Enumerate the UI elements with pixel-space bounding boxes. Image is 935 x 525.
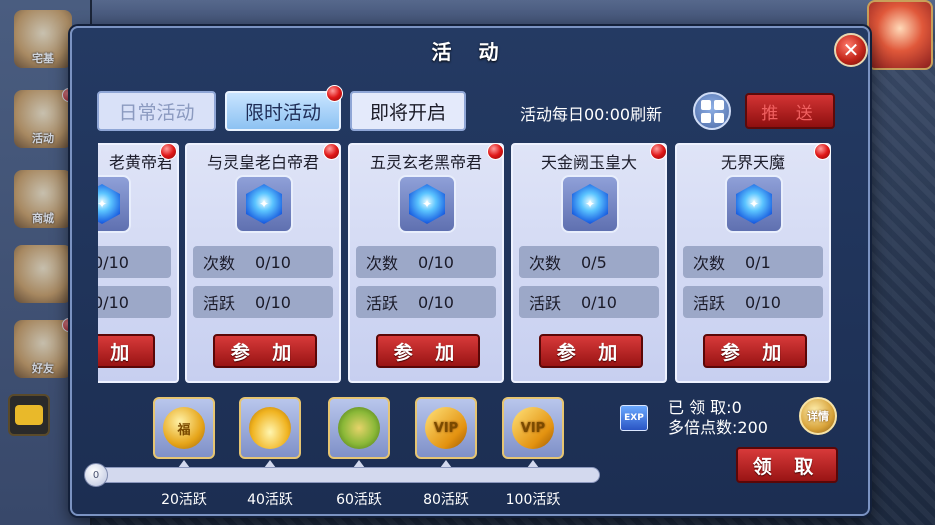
activity-card-list[interactable]: 老黄帝君 ✦ 次数0/10 活跃0/10 参 加 与灵皇老白帝君 ✦ 次数0/1…	[98, 143, 836, 385]
notification-dot	[323, 143, 340, 160]
rail-item-friends[interactable]: 好友	[14, 318, 76, 378]
milestone-label: 100活跃	[505, 492, 561, 508]
activity-card: 五灵玄老黑帝君 ✦ 次数 0/10 活跃 0/10 参 加	[348, 143, 504, 383]
chat-button[interactable]	[8, 394, 50, 436]
vip-card-icon: VIP	[512, 407, 554, 449]
gem-reward-icon[interactable]: ✦	[235, 175, 293, 233]
count-row: 次数0/10	[193, 246, 333, 278]
count-row: 次数0/10	[98, 246, 171, 278]
notification-dot	[814, 143, 831, 160]
notification-dot	[487, 143, 504, 160]
activity-row: 活跃0/10	[519, 286, 659, 318]
reward-chest-80[interactable]: VIP	[415, 397, 477, 459]
rail-item-activity[interactable]: 活动	[14, 88, 76, 148]
tab-coming-soon[interactable]: 即将开启	[350, 91, 466, 131]
tab-limited[interactable]: 限时活动	[225, 91, 341, 131]
exp-icon: EXP	[620, 405, 648, 431]
reward-chest-20[interactable]: 福	[153, 397, 215, 459]
notification-dot	[160, 143, 177, 160]
grid-menu-icon[interactable]	[693, 92, 731, 130]
reward-chest-40[interactable]	[239, 397, 301, 459]
count-row: 次数 0/5	[519, 246, 659, 278]
card-title: 天金阙玉皇大	[540, 153, 637, 171]
close-icon[interactable]: ✕	[834, 33, 868, 67]
gold-ingot-icon	[249, 407, 291, 449]
reward-chest-100[interactable]: VIP	[502, 397, 564, 459]
reward-chest-60[interactable]	[328, 397, 390, 459]
join-button[interactable]: 参 加	[213, 334, 317, 368]
activity-progress-bar	[92, 467, 600, 483]
gem-reward-icon[interactable]: ✦	[725, 175, 783, 233]
claim-info: 已 领 取:0 多倍点数:200	[668, 398, 768, 438]
tab-daily[interactable]: 日常活动	[97, 91, 216, 131]
card-title: 五灵玄老黑帝君	[369, 153, 482, 171]
activity-row: 活跃0/10	[683, 286, 823, 318]
gold-coin-icon: 福	[163, 407, 205, 449]
activity-card: 与灵皇老白帝君 ✦ 次数 0/10 活跃 0/10 参 加	[185, 143, 341, 383]
join-button[interactable]: 参 加	[703, 334, 807, 368]
card-title: 与灵皇老白帝君	[206, 153, 319, 171]
claimed-count: 已 领 取:0	[668, 398, 742, 417]
leaf-bundle-icon	[338, 407, 380, 449]
multiplier-points: 多倍点数:200	[668, 418, 768, 437]
count-row: 次数0/10	[356, 246, 496, 278]
gem-reward-icon[interactable]: ✦	[398, 175, 456, 233]
join-button[interactable]: 参 加	[98, 334, 155, 368]
milestone-label: 80活跃	[423, 492, 469, 508]
progress-knob: 0	[84, 463, 108, 487]
refresh-notice: 活动每日00:00刷新	[520, 105, 663, 124]
join-button[interactable]: 参 加	[539, 334, 643, 368]
milestone-label: 60活跃	[336, 492, 382, 508]
vip-card-icon: VIP	[425, 407, 467, 449]
join-button[interactable]: 参 加	[376, 334, 480, 368]
gem-reward-icon[interactable]: ✦	[561, 175, 619, 233]
chat-bubble-icon	[15, 405, 43, 425]
notification-dot	[326, 85, 343, 102]
activity-row: 活跃0/10	[98, 286, 171, 318]
activity-card: 天金阙玉皇大 ✦ 次数 0/5 活跃 0/10 参 加	[511, 143, 667, 383]
details-icon[interactable]: 详情	[799, 397, 837, 435]
activity-card: 老黄帝君 ✦ 次数0/10 活跃0/10 参 加	[98, 143, 179, 383]
rail-item-home[interactable]: 宅基	[14, 10, 72, 68]
panel-title: 活 动	[431, 40, 509, 64]
notification-dot	[650, 143, 667, 160]
card-title: 无界天魔	[720, 153, 785, 171]
player-avatar[interactable]	[867, 0, 933, 70]
rail-item-shop[interactable]: 商城	[14, 170, 72, 228]
rail-item-misc[interactable]	[14, 245, 72, 303]
milestone-label: 40活跃	[247, 492, 293, 508]
claim-button[interactable]: 领 取	[736, 447, 838, 483]
milestone-label: 20活跃	[161, 492, 207, 508]
activity-row: 活跃0/10	[193, 286, 333, 318]
gem-reward-icon[interactable]: ✦	[98, 175, 131, 233]
activity-row: 活跃0/10	[356, 286, 496, 318]
activity-card: 无界天魔 ✦ 次数 0/1 活跃 0/10 参 加	[675, 143, 831, 383]
count-row: 次数 0/1	[683, 246, 823, 278]
push-button[interactable]: 推 送	[745, 93, 835, 129]
